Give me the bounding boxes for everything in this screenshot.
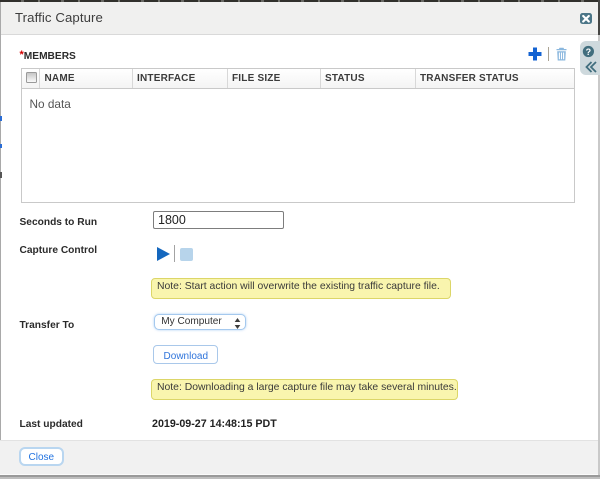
svg-text:?: ? bbox=[586, 47, 592, 57]
